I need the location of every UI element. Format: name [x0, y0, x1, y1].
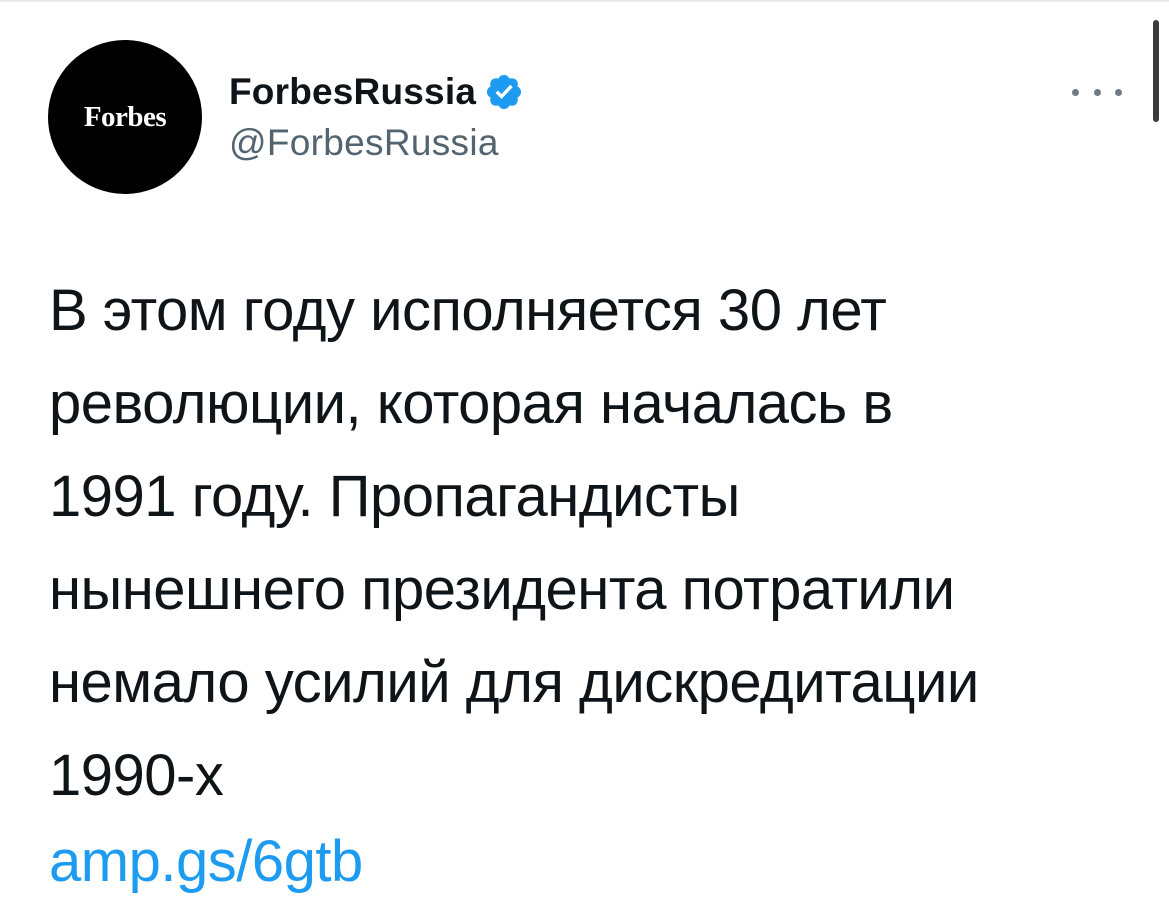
username[interactable]: @ForbesRussia — [229, 122, 499, 164]
tweet-link[interactable]: amp.gs/6gtb — [49, 822, 363, 902]
avatar[interactable]: Forbes — [48, 40, 202, 194]
tweet-text-line: В этом году исполняется 30 лет — [49, 278, 887, 343]
verified-badge-icon — [484, 72, 524, 112]
tweet-text-line: революции, которая началась в — [49, 371, 893, 436]
tweet-text-line: нынешнего президента потратили — [49, 557, 955, 622]
more-options-button[interactable] — [1072, 80, 1122, 104]
display-name[interactable]: ForbesRussia — [229, 71, 476, 113]
more-horizontal-icon — [1115, 88, 1122, 96]
more-horizontal-icon — [1072, 88, 1079, 96]
tweet-text-line: 1990-х — [49, 743, 224, 808]
author-name-row[interactable]: ForbesRussia — [229, 66, 524, 118]
tweet-card: Forbes ForbesRussia @ForbesRussia В этом… — [0, 0, 1169, 908]
tweet-text: В этом году исполняется 30 лет революции… — [49, 264, 1139, 822]
tweet-text-line: немало усилий для дискредитации — [49, 650, 979, 715]
tweet-text-line: 1991 году. Пропагандисты — [49, 464, 740, 529]
forbes-logo: Forbes — [83, 100, 167, 133]
more-horizontal-icon — [1093, 88, 1101, 96]
